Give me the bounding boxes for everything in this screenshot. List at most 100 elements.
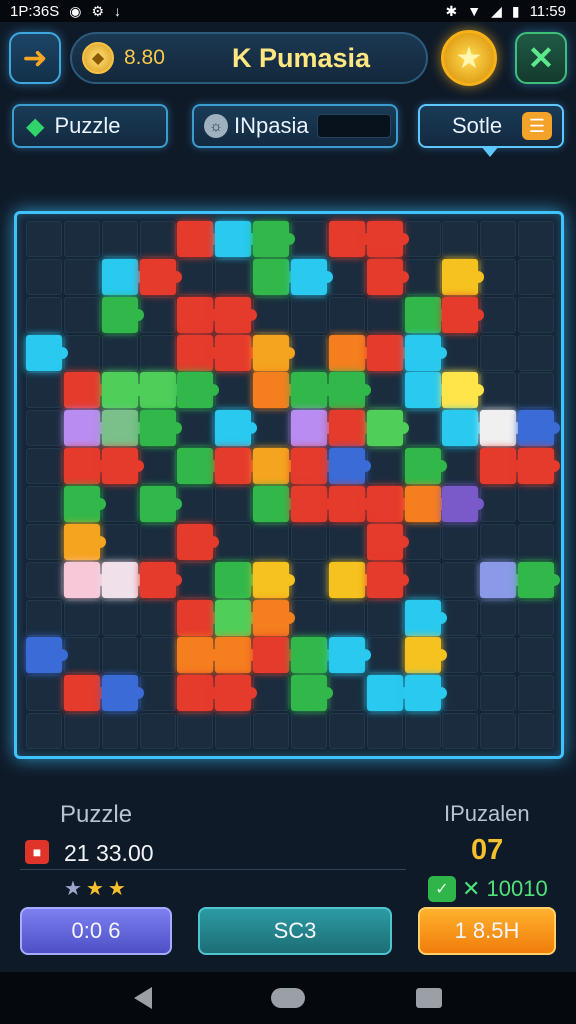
board-cell[interactable] [480, 221, 517, 257]
puzzle-piece[interactable] [480, 561, 523, 598]
board-cell[interactable] [63, 334, 100, 371]
board-cell[interactable] [291, 296, 327, 333]
puzzle-piece[interactable] [328, 448, 371, 485]
puzzle-piece[interactable] [291, 486, 333, 522]
board-cell[interactable] [480, 599, 517, 636]
board-cell[interactable] [404, 410, 441, 447]
puzzle-piece[interactable] [480, 448, 523, 485]
puzzle-piece[interactable] [366, 561, 409, 598]
board-cell[interactable] [26, 372, 62, 409]
close-button[interactable]: ✕ [515, 32, 567, 84]
puzzle-piece[interactable] [101, 675, 144, 712]
tab-sort[interactable]: Sotle ☰ [418, 104, 564, 148]
puzzle-piece[interactable] [253, 486, 296, 522]
board-cell[interactable] [404, 561, 441, 598]
board-cell[interactable] [328, 296, 365, 333]
board-cell[interactable] [480, 713, 517, 750]
board-cell[interactable] [366, 372, 403, 409]
puzzle-piece[interactable] [63, 486, 106, 522]
puzzle-piece[interactable] [63, 523, 106, 560]
puzzle-piece[interactable] [366, 334, 409, 371]
board-cell[interactable] [63, 713, 100, 750]
board-cell[interactable] [291, 523, 327, 560]
board-cell[interactable] [404, 713, 441, 750]
puzzle-piece[interactable] [518, 410, 561, 447]
puzzle-piece[interactable] [518, 561, 561, 598]
board-cell[interactable] [404, 258, 441, 295]
board-cell[interactable] [291, 334, 327, 371]
puzzle-piece[interactable] [215, 637, 258, 674]
board-cell[interactable] [480, 523, 517, 560]
board-cell[interactable] [215, 372, 252, 409]
score-button[interactable]: SC3 [198, 907, 392, 955]
board-cell[interactable] [480, 296, 517, 333]
puzzle-piece[interactable] [366, 486, 409, 522]
board-cell[interactable] [518, 486, 555, 522]
puzzle-piece[interactable] [63, 410, 106, 447]
puzzle-piece[interactable] [177, 448, 220, 485]
puzzle-piece[interactable] [253, 448, 296, 485]
puzzle-piece[interactable] [177, 675, 220, 712]
puzzle-piece[interactable] [215, 675, 258, 712]
puzzle-piece[interactable] [215, 221, 258, 257]
puzzle-piece[interactable] [366, 258, 409, 295]
puzzle-piece[interactable] [518, 448, 561, 485]
board-cell[interactable] [215, 258, 252, 295]
puzzle-piece[interactable] [253, 221, 296, 257]
puzzle-piece[interactable] [328, 372, 371, 409]
board-cell[interactable] [480, 637, 517, 674]
puzzle-piece[interactable] [101, 296, 144, 333]
board-cell[interactable] [291, 599, 327, 636]
board-cell[interactable] [139, 221, 176, 257]
board-cell[interactable] [442, 221, 479, 257]
board-cell[interactable] [328, 599, 365, 636]
board-cell[interactable] [442, 561, 479, 598]
board-cell[interactable] [63, 599, 100, 636]
puzzle-piece[interactable] [404, 372, 447, 409]
board-cell[interactable] [518, 296, 555, 333]
board-cell[interactable] [26, 523, 62, 560]
puzzle-piece[interactable] [253, 258, 296, 295]
board-cell[interactable] [518, 599, 555, 636]
board-cell[interactable] [26, 258, 62, 295]
board-cell[interactable] [480, 486, 517, 522]
back-button[interactable]: ➜ [9, 32, 61, 84]
board-cell[interactable] [177, 258, 214, 295]
board-cell[interactable] [518, 221, 555, 257]
puzzle-piece[interactable] [139, 258, 182, 295]
nav-recent-icon[interactable] [416, 988, 442, 1008]
puzzle-piece[interactable] [101, 561, 144, 598]
puzzle-piece[interactable] [177, 637, 220, 674]
board-cell[interactable] [26, 599, 62, 636]
puzzle-piece[interactable] [291, 372, 333, 409]
board-cell[interactable] [26, 448, 62, 485]
puzzle-piece[interactable] [177, 523, 220, 560]
board-cell[interactable] [366, 599, 403, 636]
board-cell[interactable] [518, 372, 555, 409]
puzzle-piece[interactable] [26, 637, 68, 674]
board-cell[interactable] [63, 296, 100, 333]
puzzle-piece[interactable] [404, 486, 447, 522]
board-cell[interactable] [215, 713, 252, 750]
board-cell[interactable] [518, 675, 555, 712]
board-cell[interactable] [215, 486, 252, 522]
board-cell[interactable] [442, 448, 479, 485]
puzzle-piece[interactable] [366, 675, 409, 712]
puzzle-piece[interactable] [328, 410, 371, 447]
board-cell[interactable] [442, 334, 479, 371]
puzzle-piece[interactable] [442, 296, 485, 333]
bonus-button[interactable]: 1 8.5H [418, 907, 556, 955]
board-cell[interactable] [101, 713, 138, 750]
board-cell[interactable] [404, 523, 441, 560]
board-cell[interactable] [291, 221, 327, 257]
board-cell[interactable] [26, 713, 62, 750]
board-cell[interactable] [26, 296, 62, 333]
puzzle-piece[interactable] [404, 675, 447, 712]
board-cell[interactable] [101, 637, 138, 674]
puzzle-piece[interactable] [366, 221, 409, 257]
board-cell[interactable] [139, 523, 176, 560]
puzzle-piece[interactable] [215, 296, 258, 333]
board-cell[interactable] [291, 713, 327, 750]
tab-puzzle[interactable]: ◆ Puzzle [12, 104, 168, 148]
board-cell[interactable] [366, 713, 403, 750]
